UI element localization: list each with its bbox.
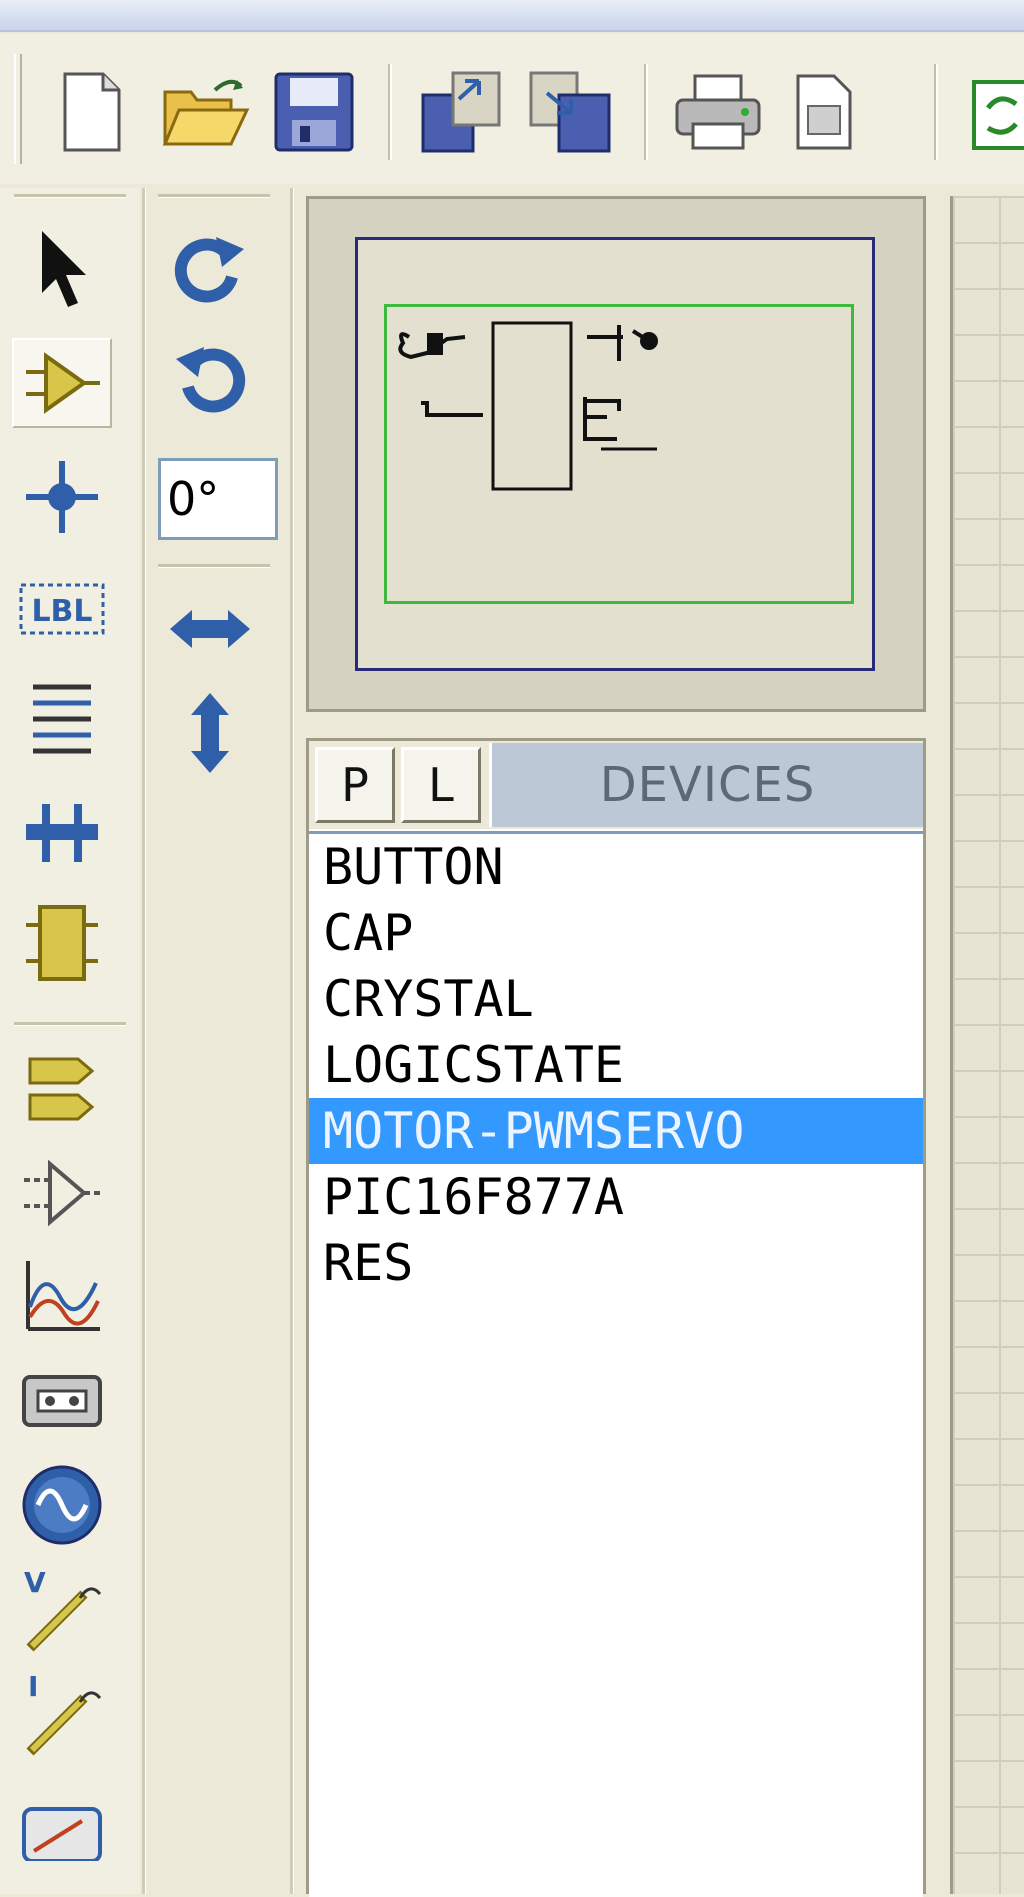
refresh-icon <box>972 80 1024 150</box>
new-file-button[interactable] <box>44 64 140 160</box>
rotate-clockwise-icon <box>174 237 244 303</box>
print-icon <box>675 74 761 150</box>
generator-mode-button[interactable] <box>12 1460 112 1550</box>
toolbar-separator <box>644 64 648 160</box>
component-mode-icon <box>26 352 100 414</box>
current-probe-button[interactable]: I <box>12 1668 112 1758</box>
device-item-button[interactable]: BUTTON <box>309 834 923 900</box>
open-folder-icon <box>162 79 250 146</box>
device-item-logicstate[interactable]: LOGICSTATE <box>309 1032 923 1098</box>
mirror-vertical-icon <box>191 693 229 773</box>
toolbar-grip[interactable] <box>14 54 22 164</box>
mirror-horizontal-icon <box>170 610 250 648</box>
schematic-canvas[interactable] <box>950 196 1024 1894</box>
svg-text:LBL: LBL <box>31 594 92 629</box>
junction-dot-button[interactable] <box>12 452 112 542</box>
wire-label-button[interactable]: LBL <box>12 564 112 654</box>
import-section-icon <box>421 71 501 153</box>
mode-toolbar: LBL V I <box>0 188 140 1894</box>
export-section-icon <box>529 71 611 153</box>
library-manager-button[interactable]: L <box>401 747 481 823</box>
devices-title: DEVICES <box>489 743 923 827</box>
import-section-button[interactable] <box>414 64 510 160</box>
export-section-button[interactable] <box>522 64 618 160</box>
set-area-icon <box>796 74 852 150</box>
virtual-instruments-button[interactable] <box>12 1786 112 1876</box>
tape-recorder-button[interactable] <box>12 1356 112 1446</box>
tape-recorder-icon <box>22 1375 102 1427</box>
mirror-horizontal-button[interactable] <box>160 584 260 674</box>
device-item-res[interactable]: RES <box>309 1230 923 1296</box>
pick-devices-button[interactable]: P <box>315 747 395 823</box>
device-pins-icon <box>24 1159 102 1227</box>
orientation-toolbar <box>148 188 288 1894</box>
terminals-icon <box>28 1057 95 1121</box>
svg-text:V: V <box>24 1566 46 1599</box>
selection-mode-button[interactable] <box>12 224 112 314</box>
graph-icon <box>26 1261 100 1331</box>
virtual-instruments-icon <box>22 1807 102 1861</box>
selection-arrow-icon <box>42 231 86 307</box>
toolbar-divider <box>14 1022 126 1026</box>
terminals-mode-button[interactable] <box>12 1044 112 1134</box>
voltage-probe-icon: V <box>24 1566 102 1652</box>
toolbar-separator <box>934 64 938 160</box>
save-icon <box>274 72 354 152</box>
toolbar-divider <box>158 564 270 568</box>
junction-dot-icon <box>26 461 98 533</box>
panel-separator <box>290 188 294 1894</box>
toolbar-grip[interactable] <box>158 194 270 198</box>
mirror-vertical-button[interactable] <box>160 688 260 778</box>
rotation-angle-field[interactable] <box>158 458 278 540</box>
device-selector: P L DEVICES BUTTON CAP CRYSTAL LOGICSTAT… <box>306 738 926 1897</box>
title-bar <box>0 0 1024 32</box>
device-item-motor-pwmservo[interactable]: MOTOR-PWMSERVO <box>309 1098 923 1164</box>
generator-icon <box>22 1465 102 1545</box>
save-button[interactable] <box>266 64 362 160</box>
svg-text:I: I <box>28 1670 38 1703</box>
refresh-button[interactable] <box>960 64 1024 160</box>
device-item-cap[interactable]: CAP <box>309 900 923 966</box>
device-item-crystal[interactable]: CRYSTAL <box>309 966 923 1032</box>
device-selector-header: P L DEVICES <box>309 741 923 829</box>
overview-view-area[interactable] <box>384 304 854 604</box>
graph-mode-button[interactable] <box>12 1252 112 1342</box>
voltage-probe-button[interactable]: V <box>12 1564 112 1654</box>
wire-label-icon: LBL <box>19 583 105 635</box>
subcircuit-button[interactable] <box>12 898 112 988</box>
main-toolbar <box>0 34 1024 184</box>
rotate-anticlockwise-button[interactable] <box>160 338 260 428</box>
toolbar-separator <box>388 64 392 160</box>
text-script-button[interactable] <box>12 674 112 764</box>
open-file-button[interactable] <box>158 64 254 160</box>
toolbar-grip[interactable] <box>14 194 126 198</box>
overview-schematic-thumbnail <box>398 321 658 491</box>
overview-window[interactable] <box>306 196 926 712</box>
rotate-anticlockwise-icon <box>176 347 246 413</box>
component-mode-button[interactable] <box>12 338 112 428</box>
subcircuit-icon <box>26 905 98 981</box>
current-probe-icon: I <box>26 1670 102 1756</box>
overview-sheet-border <box>355 237 875 671</box>
device-list[interactable]: BUTTON CAP CRYSTAL LOGICSTATE MOTOR-PWMS… <box>309 831 923 1897</box>
set-area-button[interactable] <box>776 64 872 160</box>
device-pins-button[interactable] <box>12 1148 112 1238</box>
print-button[interactable] <box>670 64 766 160</box>
rotate-clockwise-button[interactable] <box>160 228 260 318</box>
bus-button[interactable] <box>12 788 112 878</box>
panel-separator <box>142 188 146 1894</box>
device-item-pic16f877a[interactable]: PIC16F877A <box>309 1164 923 1230</box>
new-file-icon <box>63 72 121 152</box>
bus-icon <box>26 804 98 862</box>
text-script-icon <box>33 684 91 754</box>
